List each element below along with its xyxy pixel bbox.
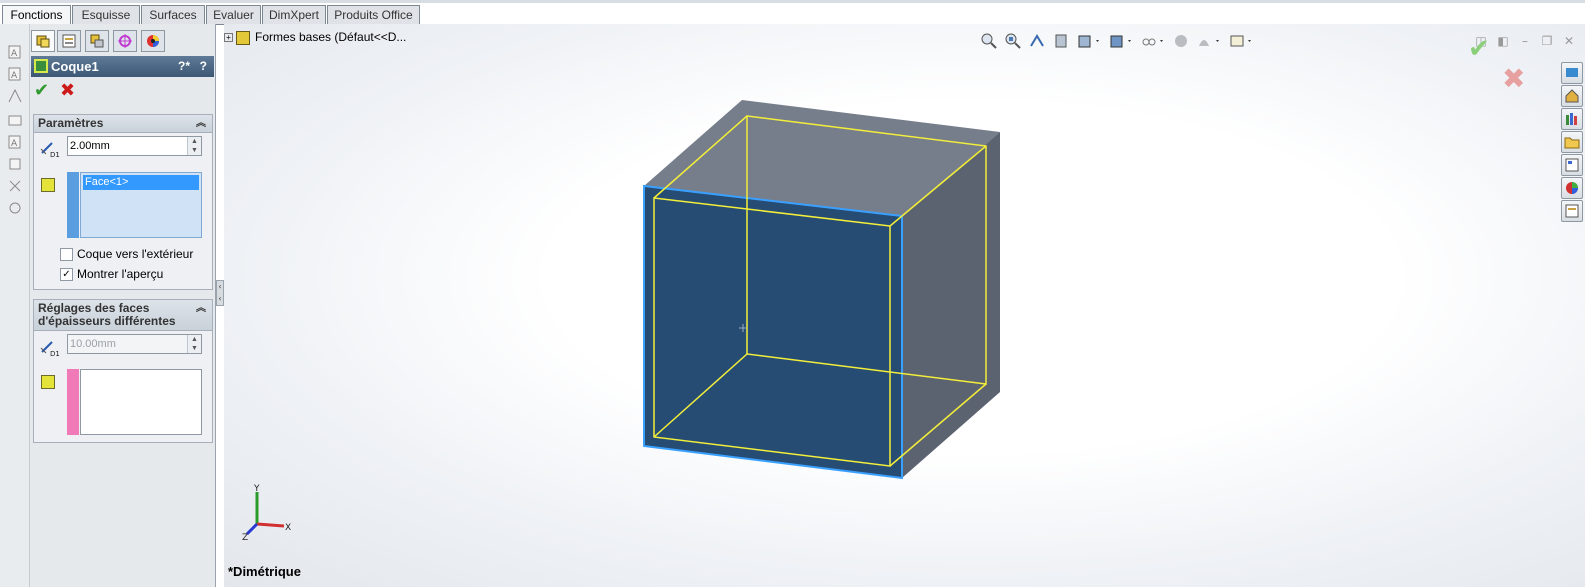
collapse-icon[interactable]: ︽ (196, 302, 206, 315)
datum-icon[interactable]: A (7, 134, 23, 150)
triad-z-label: Z (242, 533, 248, 542)
shell-preview-model[interactable] (224, 24, 1585, 587)
collapse-icon[interactable]: ︽ (196, 115, 206, 132)
shell-outward-label: Coque vers l'extérieur (77, 247, 194, 261)
tab-produits-office[interactable]: Produits Office (327, 5, 420, 25)
dimxpert-manager-tab[interactable] (113, 30, 137, 52)
property-manager: Coque1 ?* ? ✔ ✖ Paramètres ︽ D1 2.00mm ▲… (30, 24, 216, 587)
selection-color-bar (67, 172, 79, 238)
tab-esquisse[interactable]: Esquisse (72, 5, 140, 25)
display-manager-tab[interactable] (141, 30, 165, 52)
dimxpert-icon (118, 34, 132, 48)
cosmetic-thread-icon[interactable] (7, 178, 23, 194)
ok-button[interactable]: ✔ (34, 82, 49, 100)
faces-to-remove-list[interactable]: Face<1> (80, 172, 202, 238)
tab-evaluer[interactable]: Evaluer (206, 5, 261, 25)
configuration-manager-tab[interactable] (85, 30, 109, 52)
multi-thickness-value: 10.00mm (70, 338, 116, 350)
feature-tree-icon (36, 35, 50, 48)
multi-thickness-group: Réglages des faces d'épaisseurs différen… (33, 299, 213, 443)
tab-surfaces[interactable]: Surfaces (141, 5, 205, 25)
multi-thickness-spinner[interactable]: ▲ ▼ (187, 335, 201, 353)
multi-thickness-color-bar (67, 369, 79, 435)
parameters-header[interactable]: Paramètres ︽ (34, 115, 212, 133)
feature-manager-tab[interactable] (31, 30, 55, 52)
show-preview-checkbox[interactable]: ✓ (60, 268, 73, 281)
multi-thickness-heading-2: d'épaisseurs différentes (38, 314, 176, 328)
multi-thickness-faces-icon (41, 375, 55, 389)
multi-jog-icon[interactable] (7, 200, 23, 216)
weld-symbol-icon[interactable] (7, 112, 23, 128)
thickness-input[interactable]: 2.00mm ▲ ▼ (67, 136, 202, 156)
panel-splitter[interactable]: ‹ ‹ (216, 280, 224, 306)
tab-dimxpert[interactable]: DimXpert (262, 5, 326, 25)
configuration-icon (90, 34, 104, 48)
multi-thickness-faces-list[interactable] (80, 369, 202, 435)
svg-text:A: A (11, 49, 18, 59)
multi-thickness-dimension-icon: D1 (40, 341, 60, 358)
help-button[interactable]: ? (200, 56, 207, 77)
surface-finish-icon[interactable] (7, 88, 23, 104)
feature-title-bar: Coque1 ?* ? (31, 56, 214, 77)
property-manager-tab[interactable] (57, 30, 81, 52)
thickness-dimension-icon: D1 (40, 142, 60, 159)
balloon-icon[interactable]: A (7, 66, 23, 82)
shell-feature-icon (34, 59, 48, 73)
cancel-button[interactable]: ✖ (60, 82, 75, 100)
faces-to-remove-icon (41, 178, 55, 192)
reference-triad: Y X Z (242, 484, 291, 542)
command-manager-tabs: Fonctions Esquisse Surfaces Evaluer DimX… (0, 0, 1585, 26)
manager-tabs (30, 28, 216, 54)
parameters-group: Paramètres ︽ D1 2.00mm ▲ ▼ Face<1> Coque … (33, 114, 213, 290)
graphics-area[interactable]: + Formes bases (Défaut<<D... ◫ ◧ – ❐ ✕ ✔ … (224, 24, 1585, 587)
selected-front-face[interactable] (643, 184, 903, 480)
datum-target-icon[interactable] (7, 156, 23, 172)
property-icon (62, 34, 76, 48)
feature-title: Coque1 (51, 59, 99, 74)
detailed-help-icon[interactable]: ?* (178, 56, 190, 77)
display-icon (147, 35, 159, 47)
view-orientation-label: *Dimétrique (228, 564, 301, 579)
note-icon[interactable]: A (7, 44, 23, 60)
thickness-spinner[interactable]: ▲ ▼ (187, 137, 201, 155)
shell-outward-checkbox[interactable] (60, 248, 73, 261)
parameters-heading: Paramètres (38, 116, 104, 130)
multi-thickness-input[interactable]: 10.00mm ▲ ▼ (67, 334, 202, 354)
svg-text:D1: D1 (50, 350, 60, 358)
selected-face-item[interactable]: Face<1> (83, 175, 199, 190)
svg-text:D1: D1 (50, 151, 60, 159)
show-preview-label: Montrer l'aperçu (77, 267, 164, 281)
multi-thickness-header[interactable]: Réglages des faces d'épaisseurs différen… (34, 300, 212, 331)
thickness-value: 2.00mm (70, 140, 110, 152)
svg-text:A: A (11, 139, 18, 149)
tab-fonctions[interactable]: Fonctions (2, 5, 71, 26)
left-icon-strip: A A A (0, 24, 30, 587)
triad-y-label: Y (253, 484, 260, 494)
triad-x-label: X (285, 523, 291, 533)
svg-text:A: A (11, 71, 18, 81)
